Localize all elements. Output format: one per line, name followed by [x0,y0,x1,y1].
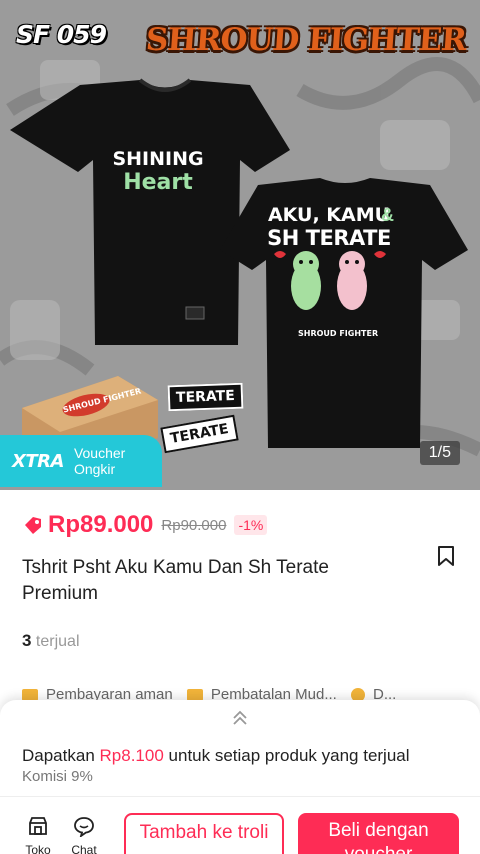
product-title: Tshrit Psht Aku Kamu Dan Sh Terate Premi… [22,557,329,604]
sold-count: 3 terjual [22,631,80,651]
xtra-voucher-badge: XTRA Voucher Ongkir [0,435,162,487]
front-print-line1: SHINING [112,148,204,170]
product-image-carousel[interactable]: SF 059 SHROUD FIGHTER SHINING Heart AKU,… [0,0,480,490]
original-price: Rp90.000 [161,516,227,534]
product-sku: SF 059 [16,20,107,49]
sold-number: 3 [22,631,32,650]
bottom-action-bar: Toko Chat Tambah ke troli Beli dengan vo… [0,796,480,854]
add-to-cart-button[interactable]: Tambah ke troli [124,813,284,854]
shop-label: Toko [25,843,51,854]
commission-text: Dapatkan Rp8.100 untuk setiap produk yan… [22,746,410,766]
price-row: Rp89.000 Rp90.000 -1% [22,511,268,539]
back-print-amp: & [381,205,394,225]
chat-button[interactable]: Chat [66,815,102,854]
sticker-1: TERATE [167,382,244,412]
commission-amount: Rp8.100 [99,746,164,765]
commission-rate: Komisi 9% [22,768,93,785]
xtra-line1: Voucher [73,444,126,461]
front-print-line2: Heart [123,170,193,195]
back-print-line1: AKU, KAMU [267,204,391,226]
buy-with-voucher-button[interactable]: Beli dengan voucher [298,813,459,854]
price-tag-icon [25,517,41,534]
bookmark-icon[interactable] [436,545,456,567]
back-print: AKU, KAMU & SH TERATE [262,204,396,250]
price: Rp89.000 [48,511,154,538]
image-pager: 1/5 [419,441,460,465]
front-print: SHINING Heart [108,148,208,195]
xtra-logo: XTRA [12,450,64,472]
commission-suffix: untuk setiap produk yang terjual [168,746,410,765]
xtra-line2: Ongkir [73,461,116,477]
xtra-text: Voucher Ongkir [74,445,125,477]
chevron-up-icon[interactable] [230,708,250,728]
back-print-line2: SH TERATE [267,226,391,250]
discount-badge: -1% [234,515,268,535]
product-photo [0,0,480,490]
chat-icon [74,817,94,837]
chat-label: Chat [71,843,97,854]
commission-prefix: Dapatkan [22,746,95,765]
shop-icon [29,817,47,835]
back-print-small: SHROUD FIGHTER [298,329,379,338]
shop-button[interactable]: Toko [20,815,56,854]
affiliate-commission-sheet[interactable]: Dapatkan Rp8.100 untuk setiap produk yan… [0,700,480,810]
brand-logo: SHROUD FIGHTER [144,22,468,58]
sold-label: terjual [35,633,80,650]
